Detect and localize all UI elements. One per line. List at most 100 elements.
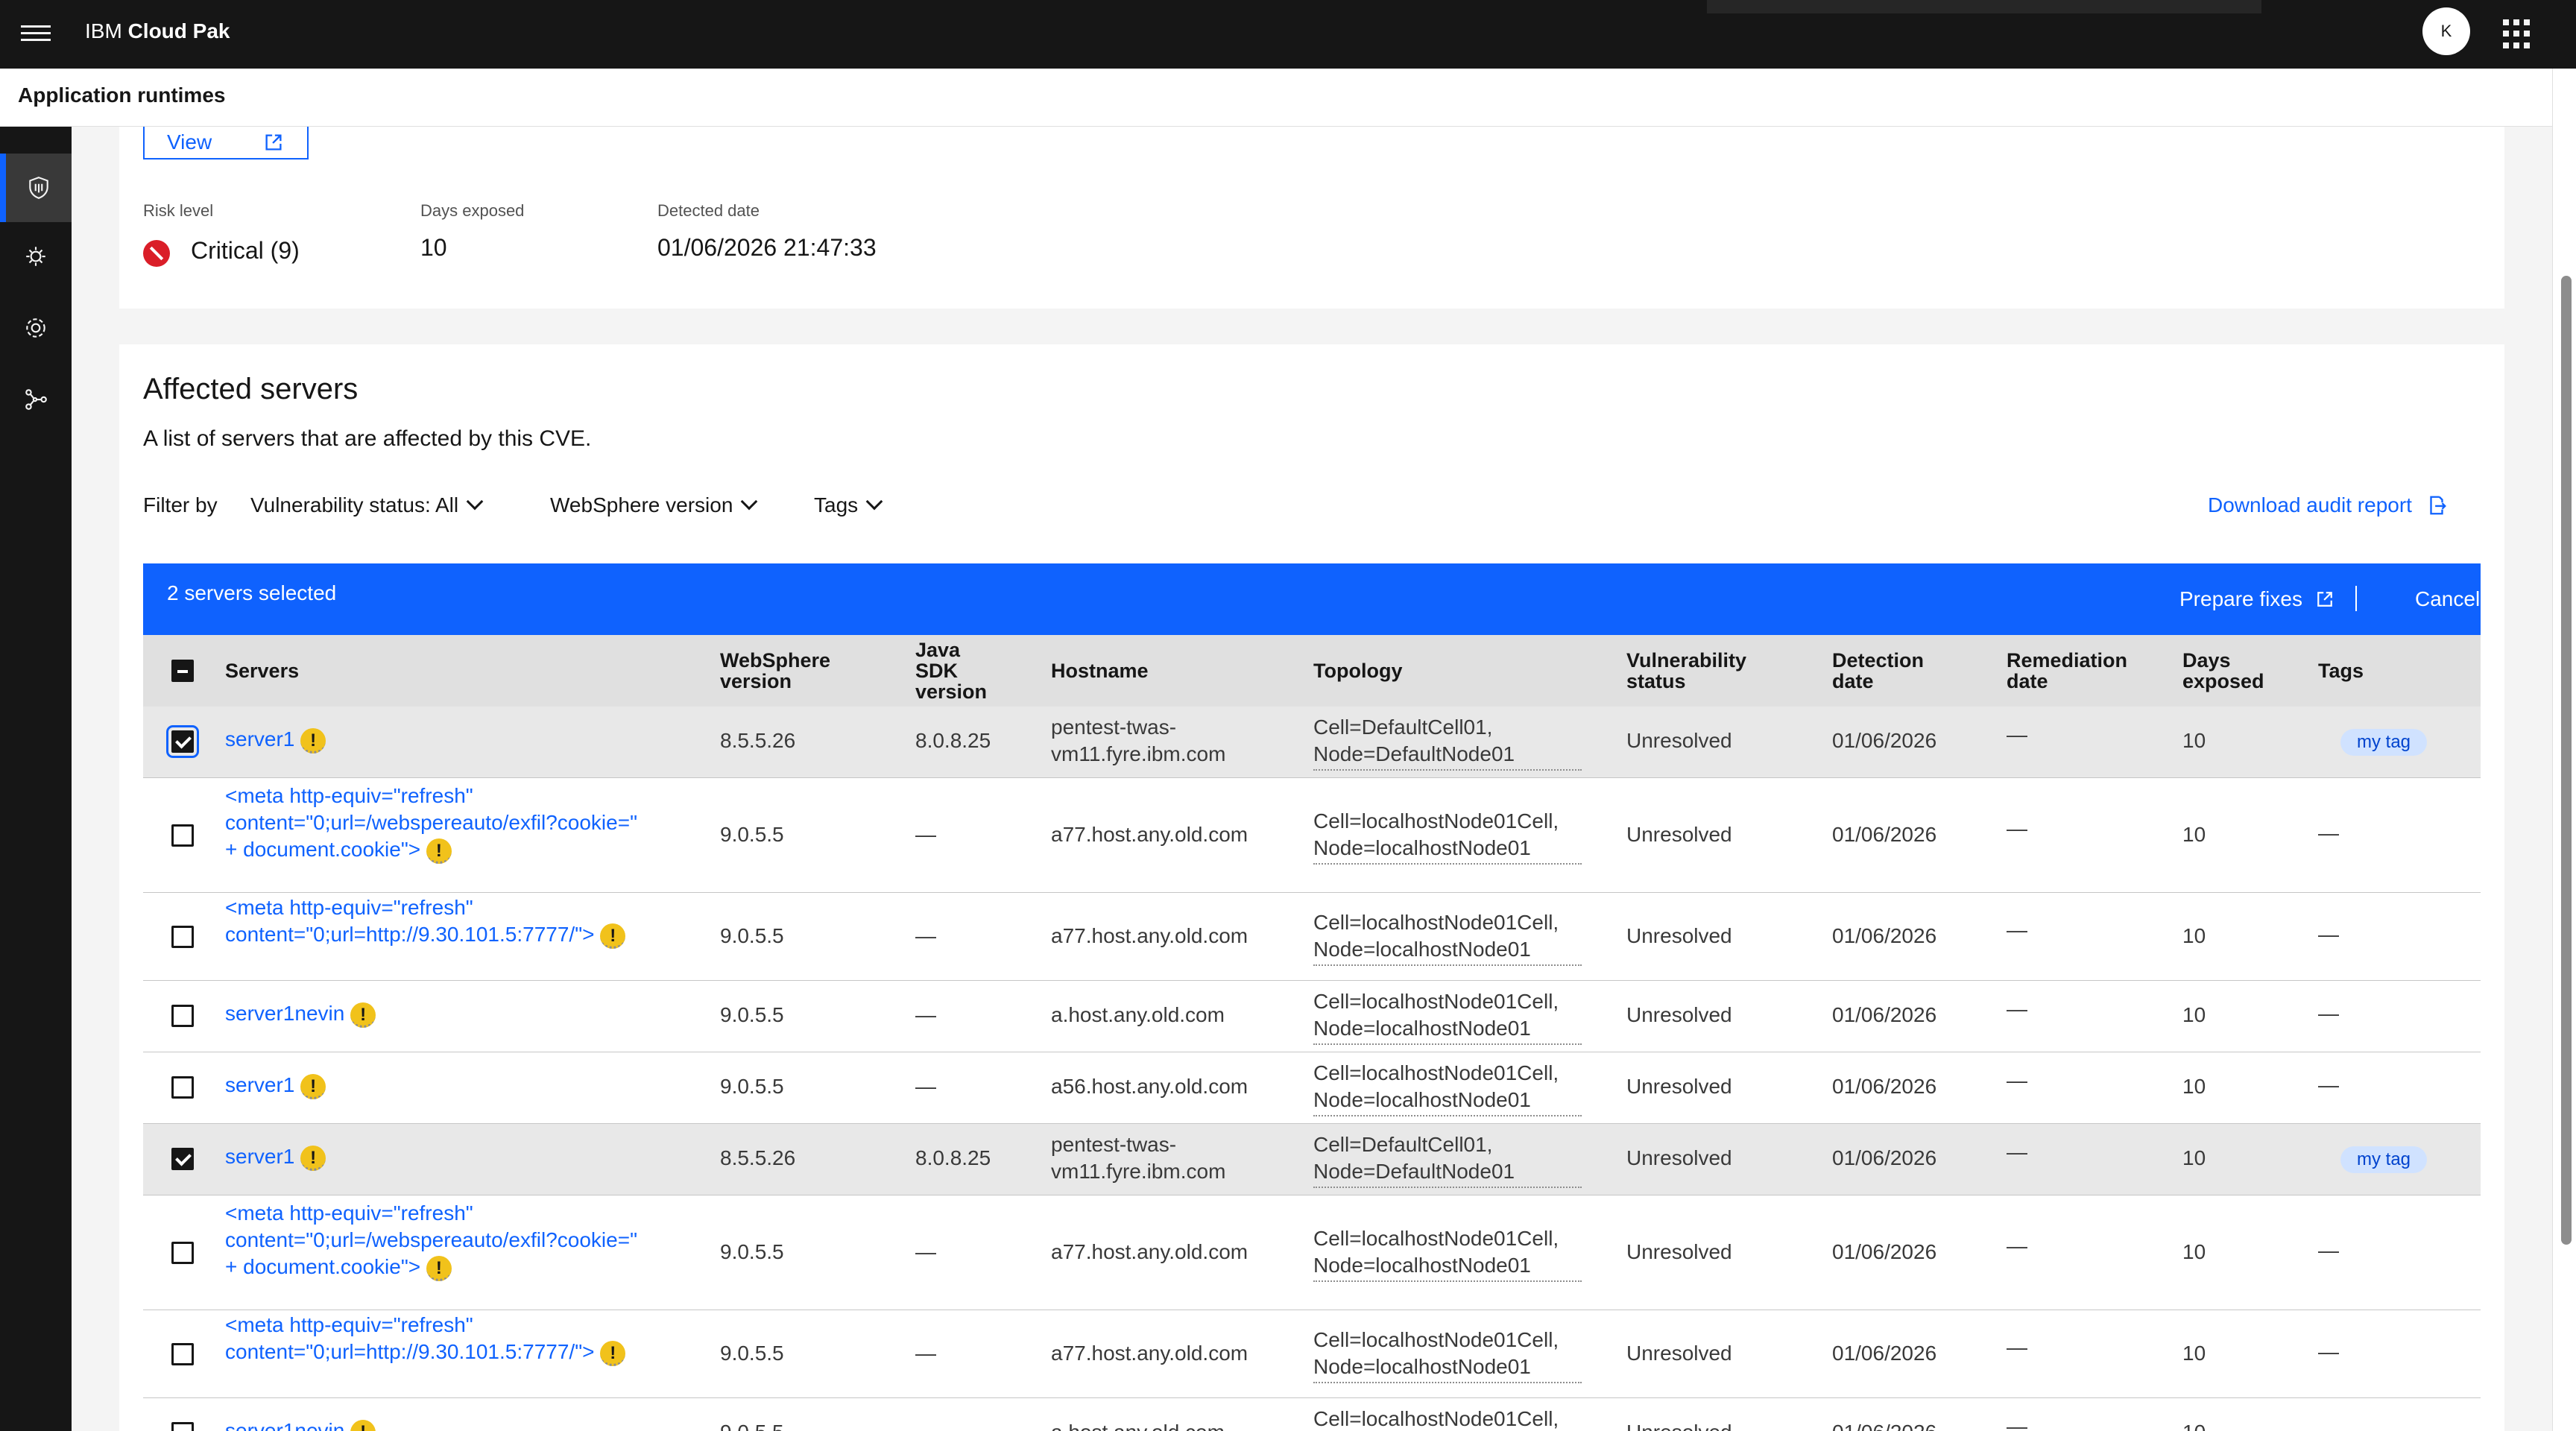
table-row[interactable]: <meta http-equiv="refresh" content="0;ur…	[143, 893, 2481, 981]
col-detection-date[interactable]: Detection date	[1832, 650, 1959, 692]
server-link[interactable]: <meta http-equiv="refresh" content="0;ur…	[225, 1312, 643, 1366]
server-link[interactable]: server1nevin !	[225, 1418, 376, 1431]
col-servers[interactable]: Servers	[225, 660, 299, 681]
download-label: Download audit report	[2208, 493, 2412, 517]
server-name: <meta http-equiv="refresh" content="0;ur…	[225, 1313, 595, 1363]
scrollbar-thumb[interactable]	[2561, 276, 2572, 1245]
chevron-down-icon	[466, 493, 484, 511]
server-name: server1	[225, 1073, 295, 1096]
filter-vulnerability-status[interactable]: Vulnerability status: All	[250, 493, 484, 517]
websphere-version: 8.5.5.26	[720, 729, 796, 752]
cancel-button[interactable]: Cancel	[2415, 587, 2480, 611]
table-row[interactable]: <meta http-equiv="refresh" content="0;ur…	[143, 778, 2481, 893]
app-switcher-icon[interactable]	[2503, 19, 2533, 49]
warning-icon[interactable]: !	[300, 727, 326, 754]
table-row[interactable]: <meta http-equiv="refresh" content="0;ur…	[143, 1195, 2481, 1310]
warning-icon[interactable]: !	[600, 1340, 626, 1366]
server-link[interactable]: server1 !	[225, 726, 326, 754]
vulnerability-status: Unresolved	[1626, 1075, 1732, 1098]
table-row[interactable]: <meta http-equiv="refresh" content="0;ur…	[143, 1310, 2481, 1398]
topology[interactable]: Cell=DefaultCell01, Node=DefaultNode01	[1313, 714, 1582, 771]
table-row[interactable]: server1 ! 8.5.5.26 8.0.8.25 pentest-twas…	[143, 1124, 2481, 1195]
tag-chip[interactable]: my tag	[2340, 1146, 2428, 1173]
server-link[interactable]: <meta http-equiv="refresh" content="0;ur…	[225, 894, 643, 949]
col-java-sdk-version[interactable]: Java SDK version	[915, 639, 987, 702]
warning-icon[interactable]: !	[426, 838, 452, 864]
topology[interactable]: Cell=localhostNode01Cell,	[1313, 1406, 1582, 1431]
topology[interactable]: Cell=localhostNode01Cell, Node=localhost…	[1313, 808, 1582, 865]
warning-icon[interactable]: !	[600, 923, 626, 949]
view-button[interactable]: View	[143, 127, 309, 159]
risk-level-label: Risk level	[143, 201, 214, 220]
rail-insights[interactable]	[0, 222, 72, 291]
table-row[interactable]: server1 ! 8.5.5.26 8.0.8.25 pentest-twas…	[143, 707, 2481, 778]
websphere-version: 9.0.5.5	[720, 1342, 784, 1365]
row-checkbox[interactable]	[171, 1343, 194, 1365]
prepare-fixes-button[interactable]: Prepare fixes	[2179, 587, 2335, 611]
select-all-checkbox[interactable]	[171, 660, 194, 682]
topology[interactable]: Cell=localhostNode01Cell, Node=localhost…	[1313, 1225, 1582, 1282]
row-checkbox[interactable]	[171, 926, 194, 948]
row-checkbox[interactable]	[171, 1148, 194, 1170]
table-row[interactable]: server1 ! 9.0.5.5 — a56.host.any.old.com…	[143, 1052, 2481, 1124]
filter-by-label: Filter by	[143, 493, 218, 517]
rail-settings[interactable]	[0, 294, 72, 362]
settings-icon	[26, 318, 45, 338]
search-area[interactable]	[1707, 0, 2261, 13]
server-name: server1	[225, 1145, 295, 1168]
server-link[interactable]: server1nevin !	[225, 1000, 376, 1028]
warning-icon[interactable]: !	[426, 1255, 452, 1281]
topology[interactable]: Cell=localhostNode01Cell, Node=localhost…	[1313, 909, 1582, 966]
filter-tags[interactable]: Tags	[814, 493, 883, 517]
row-checkbox[interactable]	[166, 725, 199, 758]
row-checkbox[interactable]	[171, 1242, 194, 1264]
topology[interactable]: Cell=DefaultCell01, Node=DefaultNode01	[1313, 1131, 1582, 1188]
topology[interactable]: Cell=localhostNode01Cell, Node=localhost…	[1313, 1327, 1582, 1383]
tag-chip[interactable]: my tag	[2340, 729, 2428, 756]
download-audit-report-link[interactable]: Download audit report	[2208, 493, 2448, 517]
server-link[interactable]: server1 !	[225, 1072, 326, 1099]
server-link[interactable]: <meta http-equiv="refresh" content="0;ur…	[225, 783, 643, 864]
col-topology[interactable]: Topology	[1313, 660, 1402, 681]
server-link[interactable]: <meta http-equiv="refresh" content="0;ur…	[225, 1200, 643, 1281]
rail-vulnerabilities[interactable]	[0, 154, 72, 222]
detected-date-label: Detected date	[657, 201, 760, 220]
page-title: Application runtimes	[18, 83, 226, 107]
row-checkbox[interactable]	[171, 1005, 194, 1027]
menu-icon[interactable]	[21, 21, 51, 48]
filter-websphere-version[interactable]: WebSphere version	[550, 493, 758, 517]
warning-icon[interactable]: !	[300, 1073, 326, 1099]
topology[interactable]: Cell=localhostNode01Cell, Node=localhost…	[1313, 988, 1582, 1045]
col-remediation-date[interactable]: Remediation date	[2007, 650, 2156, 692]
col-vulnerability-status[interactable]: Vulnerability status	[1626, 650, 1775, 692]
days-exposed: 10	[2182, 1075, 2206, 1098]
warning-icon[interactable]: !	[350, 1002, 376, 1028]
server-name: server1nevin	[225, 1419, 345, 1431]
warning-icon[interactable]: !	[300, 1145, 326, 1171]
topology[interactable]: Cell=localhostNode01Cell, Node=localhost…	[1313, 1060, 1582, 1116]
avatar[interactable]: K	[2422, 7, 2470, 55]
days-exposed: 10	[2182, 1240, 2206, 1263]
table-row[interactable]: server1nevin ! 9.0.5.5 — a.host.any.old.…	[143, 1398, 2481, 1431]
table-row[interactable]: server1nevin ! 9.0.5.5 — a.host.any.old.…	[143, 981, 2481, 1052]
row-checkbox[interactable]	[171, 1076, 194, 1099]
vulnerability-status: Unresolved	[1626, 1419, 1732, 1431]
warning-icon[interactable]: !	[350, 1419, 376, 1431]
view-label: View	[167, 130, 212, 154]
server-link[interactable]: server1 !	[225, 1143, 326, 1171]
vulnerability-status: Unresolved	[1626, 1240, 1732, 1263]
brand[interactable]: IBM Cloud Pak	[85, 19, 230, 43]
tags: —	[2318, 1073, 2339, 1096]
col-websphere-version[interactable]: WebSphere version	[720, 650, 854, 692]
days-exposed: 10	[2182, 729, 2206, 752]
rail-topology[interactable]	[0, 365, 72, 434]
remediation-date: —	[2007, 918, 2027, 941]
col-hostname[interactable]: Hostname	[1051, 660, 1149, 681]
chevron-down-icon	[741, 493, 758, 511]
col-tags[interactable]: Tags	[2318, 660, 2364, 681]
row-checkbox[interactable]	[171, 824, 194, 847]
col-days-exposed[interactable]: Days exposed	[2182, 650, 2287, 692]
row-checkbox[interactable]	[171, 1422, 194, 1431]
websphere-version: 9.0.5.5	[720, 1003, 784, 1026]
filter-label: Vulnerability status: All	[250, 493, 459, 517]
